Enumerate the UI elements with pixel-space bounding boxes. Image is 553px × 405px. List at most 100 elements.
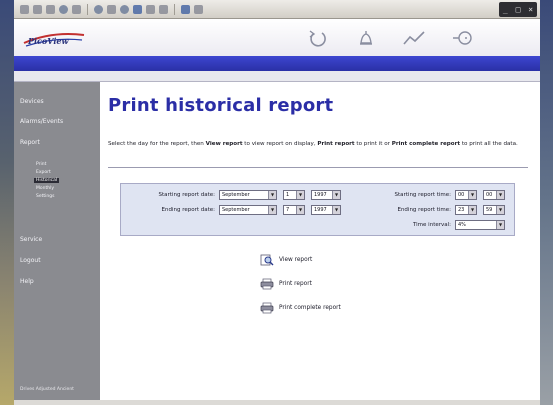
print-icon[interactable] xyxy=(146,4,155,14)
interval-value: 4% xyxy=(458,222,466,228)
end-hour-value: 23 xyxy=(458,207,465,213)
main-content: Print historical report Select the day f… xyxy=(100,82,540,400)
divider xyxy=(108,167,528,168)
search-icon[interactable] xyxy=(94,4,103,14)
connect-icon[interactable] xyxy=(452,28,476,48)
end-minute-select[interactable]: 59 ▼ xyxy=(483,205,505,215)
print-complete-report-button[interactable]: Print complete report xyxy=(260,302,341,314)
sidebar-item-service[interactable]: Service xyxy=(20,236,42,243)
end-day-value: 7 xyxy=(286,207,290,213)
sidebar-item-logout[interactable]: Logout xyxy=(20,257,41,264)
forward-icon[interactable] xyxy=(33,4,42,14)
window-controls: _ □ × xyxy=(499,2,537,17)
end-minute-value: 59 xyxy=(486,207,493,213)
instructions-part: to print it or xyxy=(354,141,392,147)
toolbar-divider xyxy=(87,3,88,15)
start-hour-value: 00 xyxy=(458,192,465,198)
edit-icon[interactable] xyxy=(159,4,168,14)
sidebar-subitem-print[interactable]: Print xyxy=(36,162,46,167)
discuss-icon[interactable] xyxy=(181,4,190,14)
stop-icon[interactable] xyxy=(46,4,55,14)
sidebar-subitem-monthly[interactable]: Monthly xyxy=(36,186,54,191)
start-time-label: Starting report time: xyxy=(394,192,451,198)
chevron-down-icon: ▼ xyxy=(496,191,504,199)
report-range-form: Starting report date: September ▼ 1 ▼ 1997… xyxy=(120,183,515,236)
sidebar-subitem-historical[interactable]: Historical xyxy=(34,178,60,183)
start-minute-value: 00 xyxy=(486,192,493,198)
instructions-text: Select the day for the report, then View… xyxy=(108,140,522,148)
chevron-down-icon: ▼ xyxy=(496,221,504,229)
alarm-bell-icon[interactable] xyxy=(354,28,378,48)
sidebar-item-alarms-events[interactable]: Alarms/Events xyxy=(20,118,63,125)
start-hour-select[interactable]: 00 ▼ xyxy=(455,190,477,200)
favorites-icon[interactable] xyxy=(107,4,116,14)
instructions-print-complete-term: Print complete report xyxy=(391,141,461,147)
sidebar-item-report[interactable]: Report xyxy=(20,139,40,146)
print-report-button[interactable]: Print report xyxy=(260,278,312,290)
end-year-select[interactable]: 1997 ▼ xyxy=(311,205,341,215)
end-date-label: Ending report date: xyxy=(161,207,215,213)
interval-label: Time interval: xyxy=(412,222,451,228)
printer-icon xyxy=(260,302,274,314)
start-year-value: 1997 xyxy=(314,192,327,198)
history-icon[interactable] xyxy=(120,4,129,14)
page-title: Print historical report xyxy=(108,95,334,116)
chevron-down-icon: ▼ xyxy=(468,206,476,214)
chevron-down-icon: ▼ xyxy=(496,206,504,214)
app-header: PicoView xyxy=(14,19,540,56)
mail-icon[interactable] xyxy=(133,4,142,14)
close-button[interactable]: × xyxy=(528,5,533,14)
end-day-select[interactable]: 7 ▼ xyxy=(283,205,305,215)
sidebar-nav: Devices Alarms/Events Report Print Expor… xyxy=(14,82,100,400)
instructions-part: to view report on display, xyxy=(242,141,318,147)
start-day-select[interactable]: 1 ▼ xyxy=(283,190,305,200)
start-day-value: 1 xyxy=(286,192,290,198)
chevron-down-icon: ▼ xyxy=(296,206,304,214)
sidebar-subitem-export[interactable]: Export xyxy=(36,170,51,175)
chevron-down-icon: ▼ xyxy=(332,191,340,199)
minimize-button[interactable]: _ xyxy=(503,5,508,14)
view-report-button[interactable]: View report xyxy=(260,254,312,266)
sidebar-footer-text: Drives Adjusted Ancient xyxy=(20,387,74,392)
home-icon[interactable] xyxy=(72,4,81,14)
printer-icon xyxy=(260,278,274,290)
sidebar-subitem-settings[interactable]: Settings xyxy=(36,194,54,199)
maximize-button[interactable]: □ xyxy=(516,5,521,14)
chevron-down-icon: ▼ xyxy=(268,191,276,199)
instructions-part: Select the day for the report, then xyxy=(108,141,206,147)
desktop-background-left xyxy=(0,0,14,405)
interval-select[interactable]: 4% ▼ xyxy=(455,220,505,230)
instructions-part: to print all the data. xyxy=(460,141,518,147)
browser-toolbar xyxy=(14,0,540,19)
sidebar-item-help[interactable]: Help xyxy=(20,278,34,285)
end-month-select[interactable]: September ▼ xyxy=(219,205,277,215)
start-date-label: Starting report date: xyxy=(158,192,216,198)
start-minute-select[interactable]: 00 ▼ xyxy=(483,190,505,200)
end-hour-select[interactable]: 23 ▼ xyxy=(455,205,477,215)
header-band xyxy=(14,56,540,71)
app-logo[interactable]: PicoView xyxy=(22,29,86,49)
start-year-select[interactable]: 1997 ▼ xyxy=(311,190,341,200)
desktop-background-right xyxy=(540,0,553,405)
end-year-value: 1997 xyxy=(314,207,327,213)
end-time-label: Ending report time: xyxy=(397,207,451,213)
refresh-cycle-icon[interactable] xyxy=(306,28,330,48)
end-month-value: September xyxy=(222,207,250,213)
toolbar-divider xyxy=(174,3,175,15)
back-icon[interactable] xyxy=(20,4,29,14)
print-report-label: Print report xyxy=(279,281,312,287)
instructions-print-term: Print report xyxy=(317,141,355,147)
start-month-value: September xyxy=(222,192,250,198)
chevron-down-icon: ▼ xyxy=(332,206,340,214)
instructions-view-term: View report xyxy=(205,141,243,147)
chevron-down-icon: ▼ xyxy=(296,191,304,199)
start-month-select[interactable]: September ▼ xyxy=(219,190,277,200)
chevron-down-icon: ▼ xyxy=(468,191,476,199)
trend-chart-icon[interactable] xyxy=(402,28,426,48)
magnifier-icon xyxy=(260,254,274,266)
sidebar-item-devices[interactable]: Devices xyxy=(20,98,44,105)
refresh-icon[interactable] xyxy=(59,4,68,14)
messenger-icon[interactable] xyxy=(194,4,203,14)
view-report-label: View report xyxy=(279,257,313,263)
logo-text: PicoView xyxy=(28,36,69,46)
